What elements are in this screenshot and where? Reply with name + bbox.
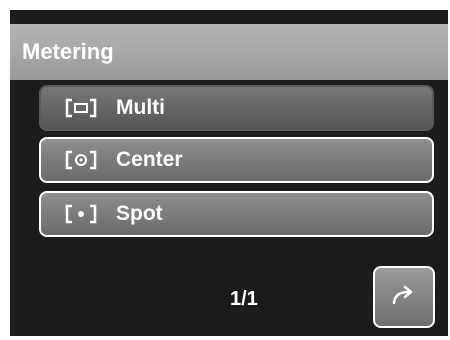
menu-item-label: Spot xyxy=(116,202,163,225)
return-button[interactable] xyxy=(373,266,435,328)
menu-item-label: Center xyxy=(116,148,183,171)
menu-item-spot[interactable]: Spot xyxy=(39,191,434,237)
metering-spot-icon xyxy=(61,203,101,225)
camera-screen: Metering Multi Center Spot 1/1 xyxy=(10,10,448,336)
metering-center-icon xyxy=(61,149,101,171)
menu-item-multi[interactable]: Multi xyxy=(39,85,434,131)
page-title: Metering xyxy=(22,39,114,64)
metering-multi-icon xyxy=(61,97,101,119)
menu-item-center[interactable]: Center xyxy=(39,137,434,183)
page-indicator: 1/1 xyxy=(230,288,258,310)
menu-item-label: Multi xyxy=(116,96,165,119)
title-bar: Metering xyxy=(10,24,448,80)
return-arrow-icon xyxy=(390,283,418,312)
